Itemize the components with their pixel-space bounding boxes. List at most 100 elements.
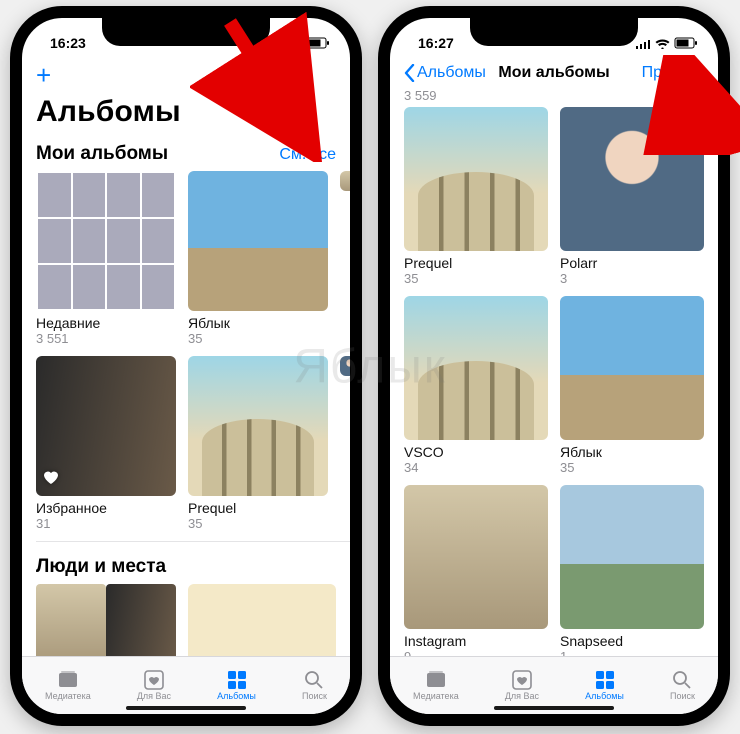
tab-label: Медиатека: [413, 691, 459, 701]
wifi-icon: [287, 38, 302, 49]
album-item[interactable]: VSCO 34: [404, 296, 548, 475]
album-count: 35: [188, 516, 328, 531]
album-count: 35: [404, 271, 548, 286]
chevron-left-icon: [404, 64, 415, 82]
album-count: 31: [36, 516, 176, 531]
status-time: 16:23: [50, 35, 86, 51]
library-icon: [424, 668, 448, 690]
album-item[interactable]: Prequel 35: [404, 107, 548, 286]
phone-frame-left: 16:23 + Альбомы Мои альбомы См. все: [10, 6, 362, 726]
nav-title: Мои альбомы: [498, 64, 609, 82]
album-thumbnail: [404, 296, 548, 440]
album-name: Яблык: [560, 444, 704, 460]
album-item[interactable]: Polarr 3: [560, 107, 704, 286]
albums-icon: [225, 668, 249, 690]
album-count: 34: [404, 460, 548, 475]
album-thumbnail: [404, 485, 548, 629]
album-item[interactable]: Яблык 35: [188, 171, 328, 346]
album-thumbnail: [188, 171, 328, 311]
album-item-partial[interactable]: [340, 171, 350, 346]
album-thumbnail: [560, 296, 704, 440]
album-count: 9: [404, 649, 548, 656]
tab-label: Альбомы: [585, 691, 624, 701]
album-item[interactable]: Prequel 35: [188, 356, 328, 531]
back-button[interactable]: Альбомы: [404, 64, 486, 82]
album-thumbnail: [36, 356, 176, 496]
tab-label: Для Вас: [137, 691, 171, 701]
album-name: VSCO: [404, 444, 548, 460]
add-button[interactable]: +: [36, 60, 51, 91]
album-name: Instagram: [404, 633, 548, 649]
home-indicator: [126, 706, 246, 710]
battery-icon: [306, 37, 330, 49]
album-name: Prequel: [404, 255, 548, 271]
page-title: Альбомы: [22, 93, 350, 135]
tab-search[interactable]: Поиск: [302, 668, 327, 701]
album-thumbnail: [404, 107, 548, 251]
album-count: 1: [560, 649, 704, 656]
edit-button[interactable]: Править: [642, 64, 704, 82]
album-thumbnail: [340, 171, 350, 191]
album-thumbnail: [560, 485, 704, 629]
search-icon: [670, 668, 694, 690]
tab-for-you[interactable]: Для Вас: [137, 668, 171, 701]
back-label: Альбомы: [417, 64, 486, 82]
album-name: Prequel: [188, 500, 328, 516]
album-name: Snapseed: [560, 633, 704, 649]
album-count: 35: [560, 460, 704, 475]
album-name: Недавние: [36, 315, 176, 331]
status-time: 16:27: [418, 35, 454, 51]
album-thumbnail: [36, 171, 176, 311]
album-item[interactable]: Недавние 3 551: [36, 171, 176, 346]
status-icons: [635, 37, 698, 49]
battery-icon: [674, 37, 698, 49]
album-item[interactable]: Snapseed 1: [560, 485, 704, 656]
album-name: Избранное: [36, 500, 176, 516]
places-thumbnail[interactable]: [188, 584, 336, 656]
album-item[interactable]: Instagram 9: [404, 485, 548, 656]
notch: [102, 18, 270, 46]
tab-label: Альбомы: [217, 691, 256, 701]
tab-library[interactable]: Медиатека: [45, 668, 91, 701]
signal-icon: [635, 38, 651, 49]
tab-albums[interactable]: Альбомы: [217, 668, 256, 701]
nav-bar: Альбомы Мои альбомы Править: [390, 56, 718, 88]
wifi-icon: [655, 38, 670, 49]
tab-library[interactable]: Медиатека: [413, 668, 459, 701]
heart-square-icon: [510, 668, 534, 690]
tab-search[interactable]: Поиск: [670, 668, 695, 701]
heart-icon: [42, 469, 60, 490]
library-icon: [56, 668, 80, 690]
nav-bar: +: [22, 56, 350, 93]
people-thumbnail[interactable]: [36, 584, 106, 656]
see-all-link[interactable]: См. все: [279, 146, 336, 164]
album-thumbnail: [340, 356, 350, 376]
tab-label: Поиск: [670, 691, 695, 701]
album-item-partial[interactable]: [340, 356, 350, 531]
albums-icon: [593, 668, 617, 690]
album-count: 35: [188, 331, 328, 346]
status-icons: [267, 37, 330, 49]
top-album-count: 3 559: [390, 88, 718, 107]
section-my-albums-title: Мои альбомы: [36, 143, 168, 165]
section-people-places-title: Люди и места: [36, 556, 166, 578]
album-count: 3 551: [36, 331, 176, 346]
phone-frame-right: 16:27 Альбомы Мои альбомы Править 3 559: [378, 6, 730, 726]
album-item[interactable]: Избранное 31: [36, 356, 176, 531]
tab-albums[interactable]: Альбомы: [585, 668, 624, 701]
people-thumbnail[interactable]: [106, 584, 176, 656]
album-name: Яблык: [188, 315, 328, 331]
album-name: Polarr: [560, 255, 704, 271]
album-thumbnail: [560, 107, 704, 251]
signal-icon: [267, 38, 283, 49]
tab-label: Медиатека: [45, 691, 91, 701]
album-item[interactable]: Яблык 35: [560, 296, 704, 475]
album-thumbnail: [188, 356, 328, 496]
notch: [470, 18, 638, 46]
search-icon: [302, 668, 326, 690]
album-count: 3: [560, 271, 704, 286]
tab-for-you[interactable]: Для Вас: [505, 668, 539, 701]
tab-label: Для Вас: [505, 691, 539, 701]
tab-label: Поиск: [302, 691, 327, 701]
home-indicator: [494, 706, 614, 710]
